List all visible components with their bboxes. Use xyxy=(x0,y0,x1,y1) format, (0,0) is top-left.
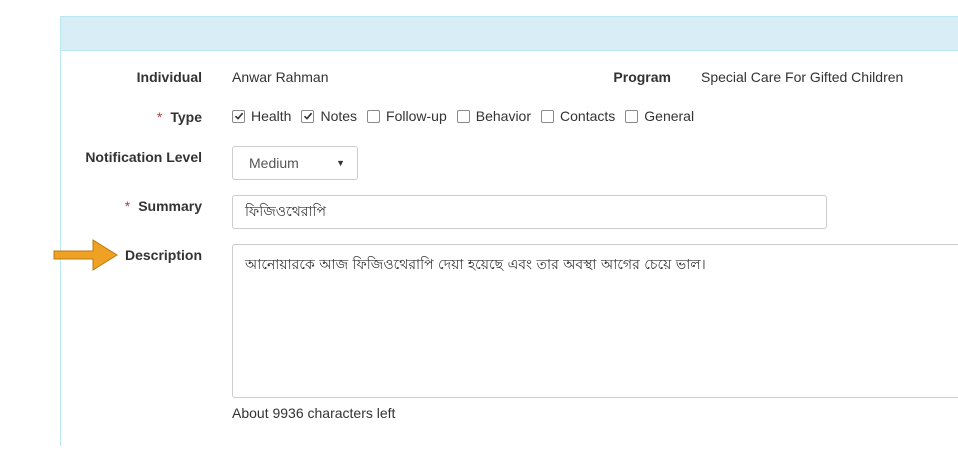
type-option-health[interactable]: Health xyxy=(232,108,291,124)
individual-value: Anwar Rahman xyxy=(232,69,329,85)
check-icon xyxy=(303,112,313,120)
individual-label: Individual xyxy=(136,69,202,85)
type-option-general[interactable]: General xyxy=(625,108,694,124)
checkbox-follow-up[interactable] xyxy=(367,109,381,123)
summary-label-text: Summary xyxy=(138,198,202,214)
type-checkbox-group: Health Notes Follow-up Behavior Contacts… xyxy=(232,108,704,124)
type-label-text: Type xyxy=(170,109,202,125)
summary-label: * Summary xyxy=(80,198,202,214)
type-option-label: Follow-up xyxy=(386,108,447,124)
type-option-follow-up[interactable]: Follow-up xyxy=(367,108,447,124)
checkbox-behavior[interactable] xyxy=(456,109,470,123)
type-option-notes[interactable]: Notes xyxy=(301,108,357,124)
type-option-label: Behavior xyxy=(475,108,532,124)
program-value: Special Care For Gifted Children xyxy=(701,69,904,85)
panel-heading xyxy=(61,16,958,51)
type-option-label: Notes xyxy=(320,108,358,124)
caret-down-icon: ▼ xyxy=(336,158,345,168)
checkbox-notes[interactable] xyxy=(301,109,315,123)
checkbox-health[interactable] xyxy=(232,109,245,123)
type-label: * Type xyxy=(80,109,202,125)
checkbox-contacts[interactable] xyxy=(541,109,555,123)
required-mark: * xyxy=(124,198,131,214)
description-textarea[interactable]: আনোয়ারকে আজ ফিজিওথেরাপি দেয়া হয়েছে এব… xyxy=(232,244,958,398)
summary-input[interactable]: ফিজিওথেরাপি xyxy=(232,195,827,229)
notification-level-select[interactable]: Medium ▼ xyxy=(232,146,358,180)
type-option-behavior[interactable]: Behavior xyxy=(456,108,532,124)
type-option-label: Health xyxy=(251,108,292,124)
program-label: Program xyxy=(613,69,671,85)
summary-value: ফিজিওথেরাপি xyxy=(245,204,327,220)
notification-level-value: Medium xyxy=(249,155,299,171)
characters-left-hint: About 9936 characters left xyxy=(232,405,396,421)
required-mark: * xyxy=(156,109,163,125)
type-option-contacts[interactable]: Contacts xyxy=(541,108,615,124)
description-value: আনোয়ারকে আজ ফিজিওথেরাপি দেয়া হয়েছে এব… xyxy=(245,257,706,273)
checkbox-general[interactable] xyxy=(625,109,639,123)
arrow-right-icon xyxy=(53,239,118,271)
notification-level-label: Notification Level xyxy=(85,149,202,165)
type-option-label: Contacts xyxy=(560,108,616,124)
check-icon xyxy=(234,112,243,120)
type-option-label: General xyxy=(644,108,695,124)
